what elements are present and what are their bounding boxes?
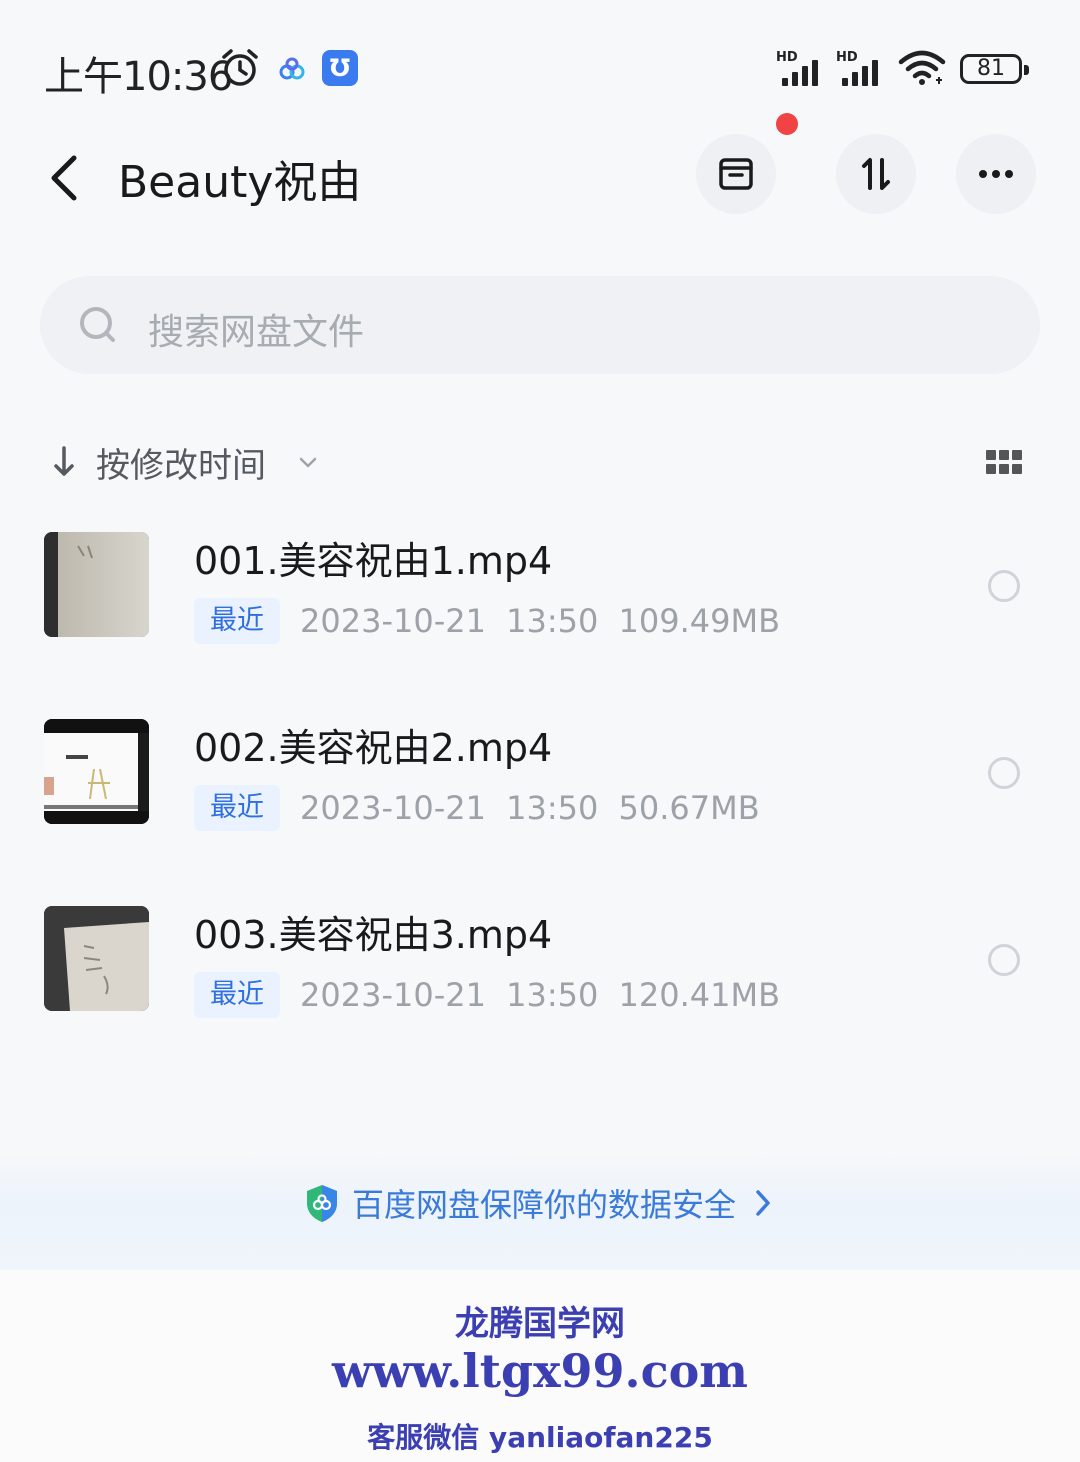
file-time: 13:50 xyxy=(506,602,599,640)
watermark-url: www.ltgx99.com xyxy=(332,1344,748,1398)
recent-badge: 最近 xyxy=(194,785,280,831)
battery-icon: 81 xyxy=(960,54,1029,84)
sort-descending-icon[interactable] xyxy=(50,444,78,480)
file-date: 2023-10-21 xyxy=(300,602,486,640)
file-meta: 2023-10-21 13:50 109.49MB xyxy=(300,598,780,644)
battery-level: 81 xyxy=(977,56,1005,81)
grid-view-icon[interactable] xyxy=(986,450,1022,474)
select-radio[interactable] xyxy=(988,944,1020,976)
file-meta: 2023-10-21 13:50 120.41MB xyxy=(300,972,780,1018)
file-date: 2023-10-21 xyxy=(300,976,486,1014)
signal-icon-sim1: HD xyxy=(776,50,828,86)
recent-badge: 最近 xyxy=(194,598,280,644)
search-input[interactable]: 搜索网盘文件 xyxy=(40,276,1040,374)
file-size: 50.67MB xyxy=(618,789,760,827)
upload-download-icon xyxy=(862,158,890,190)
file-row[interactable]: 003.美容祝由3.mp4 最近 2023-10-21 13:50 120.41… xyxy=(0,906,1080,1056)
signal-icon-sim2: HD xyxy=(836,50,888,86)
file-time: 13:50 xyxy=(506,976,599,1014)
wifi-icon xyxy=(898,50,946,85)
select-radio[interactable] xyxy=(988,570,1020,602)
sort-dropdown[interactable]: 按修改时间 xyxy=(96,438,266,487)
notification-dot xyxy=(776,113,798,135)
chevron-down-icon[interactable] xyxy=(296,450,320,474)
status-time: 上午10:36 xyxy=(44,54,233,100)
recent-badge: 最近 xyxy=(194,972,280,1018)
file-time: 13:50 xyxy=(506,789,599,827)
more-button[interactable] xyxy=(956,134,1036,214)
baidu-netdisk-icon xyxy=(279,57,305,80)
safety-banner[interactable]: 百度网盘保障你的数据安全 xyxy=(0,1150,1080,1270)
file-row[interactable]: 002.美容祝由2.mp4 最近 2023-10-21 13:50 50.67M… xyxy=(0,719,1080,869)
file-name: 003.美容祝由3.mp4 xyxy=(194,913,553,957)
file-row[interactable]: 001.美容祝由1.mp4 最近 2023-10-21 13:50 109.49… xyxy=(0,532,1080,682)
file-meta: 2023-10-21 13:50 50.67MB xyxy=(300,785,760,831)
file-size: 120.41MB xyxy=(618,976,781,1014)
back-button[interactable] xyxy=(40,150,96,206)
watermark-site-name: 龙腾国学网 xyxy=(455,1304,625,1344)
select-radio[interactable] xyxy=(988,757,1020,789)
watermark: 龙腾国学网 www.ltgx99.com 客服微信 yanliaofan225 xyxy=(0,1270,1080,1462)
file-date: 2023-10-21 xyxy=(300,789,486,827)
search-icon xyxy=(80,307,115,342)
file-name: 001.美容祝由1.mp4 xyxy=(194,539,553,583)
video-thumbnail xyxy=(44,906,149,1011)
safety-banner-text: 百度网盘保障你的数据安全 xyxy=(352,1186,737,1224)
more-dots-icon xyxy=(979,170,1013,178)
alarm-clock-icon xyxy=(222,49,258,86)
chevron-right-icon xyxy=(756,1190,770,1216)
sort-bar: 按修改时间 xyxy=(50,432,1040,492)
shield-app-icon: Ʊ xyxy=(322,50,358,86)
status-bar: 上午10:36 Ʊ HD HD 81 xyxy=(0,0,1080,120)
page-title: Beauty祝由 xyxy=(118,157,362,208)
search-placeholder: 搜索网盘文件 xyxy=(148,312,365,353)
transfer-button[interactable] xyxy=(836,134,916,214)
archive-box-icon xyxy=(719,158,753,190)
watermark-contact: 客服微信 yanliaofan225 xyxy=(367,1421,713,1454)
video-thumbnail xyxy=(44,719,149,824)
archive-button[interactable] xyxy=(696,134,776,214)
file-size: 109.49MB xyxy=(618,602,781,640)
shield-icon xyxy=(307,1185,337,1222)
file-name: 002.美容祝由2.mp4 xyxy=(194,726,553,770)
video-thumbnail xyxy=(44,532,149,637)
